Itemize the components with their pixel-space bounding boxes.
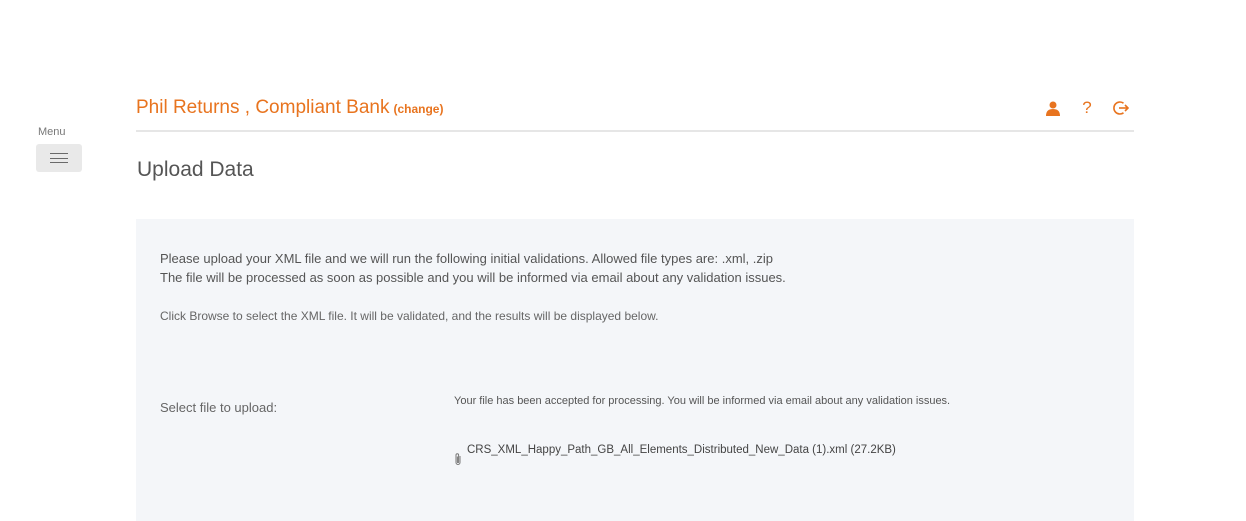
paperclip-icon: [454, 452, 464, 471]
header-title: Phil Returns , Compliant Bank (change): [136, 97, 443, 119]
header-icons: ?: [1044, 98, 1130, 117]
header-bar: Phil Returns , Compliant Bank (change) ?: [136, 86, 1134, 132]
user-icon[interactable]: [1044, 99, 1062, 117]
intro-line-1: Please upload your XML file and we will …: [160, 251, 773, 266]
menu-label: Menu: [38, 126, 66, 138]
menu-button[interactable]: [36, 144, 82, 172]
instruction-text: Click Browse to select the XML file. It …: [160, 309, 659, 323]
change-link[interactable]: (change): [393, 102, 443, 116]
upload-status-message: Your file has been accepted for processi…: [454, 395, 951, 407]
upload-data-page: Menu Phil Returns , Compliant Bank (chan…: [0, 0, 1246, 521]
hamburger-icon: [50, 153, 68, 163]
upload-label: Select file to upload:: [160, 400, 278, 415]
upload-panel: Please upload your XML file and we will …: [136, 219, 1134, 521]
uploaded-file-link[interactable]: CRS_XML_Happy_Path_GB_All_Elements_Distr…: [467, 443, 987, 457]
page-title: Upload Data: [137, 158, 254, 181]
side-menu: Menu: [36, 126, 86, 172]
intro-line-2: The file will be processed as soon as po…: [160, 270, 786, 285]
uploaded-file: CRS_XML_Happy_Path_GB_All_Elements_Distr…: [454, 443, 994, 471]
institution-name: Phil Returns , Compliant Bank: [136, 97, 390, 118]
help-icon[interactable]: ?: [1078, 98, 1096, 117]
logout-icon[interactable]: [1112, 99, 1130, 117]
intro-text: Please upload your XML file and we will …: [160, 249, 786, 287]
